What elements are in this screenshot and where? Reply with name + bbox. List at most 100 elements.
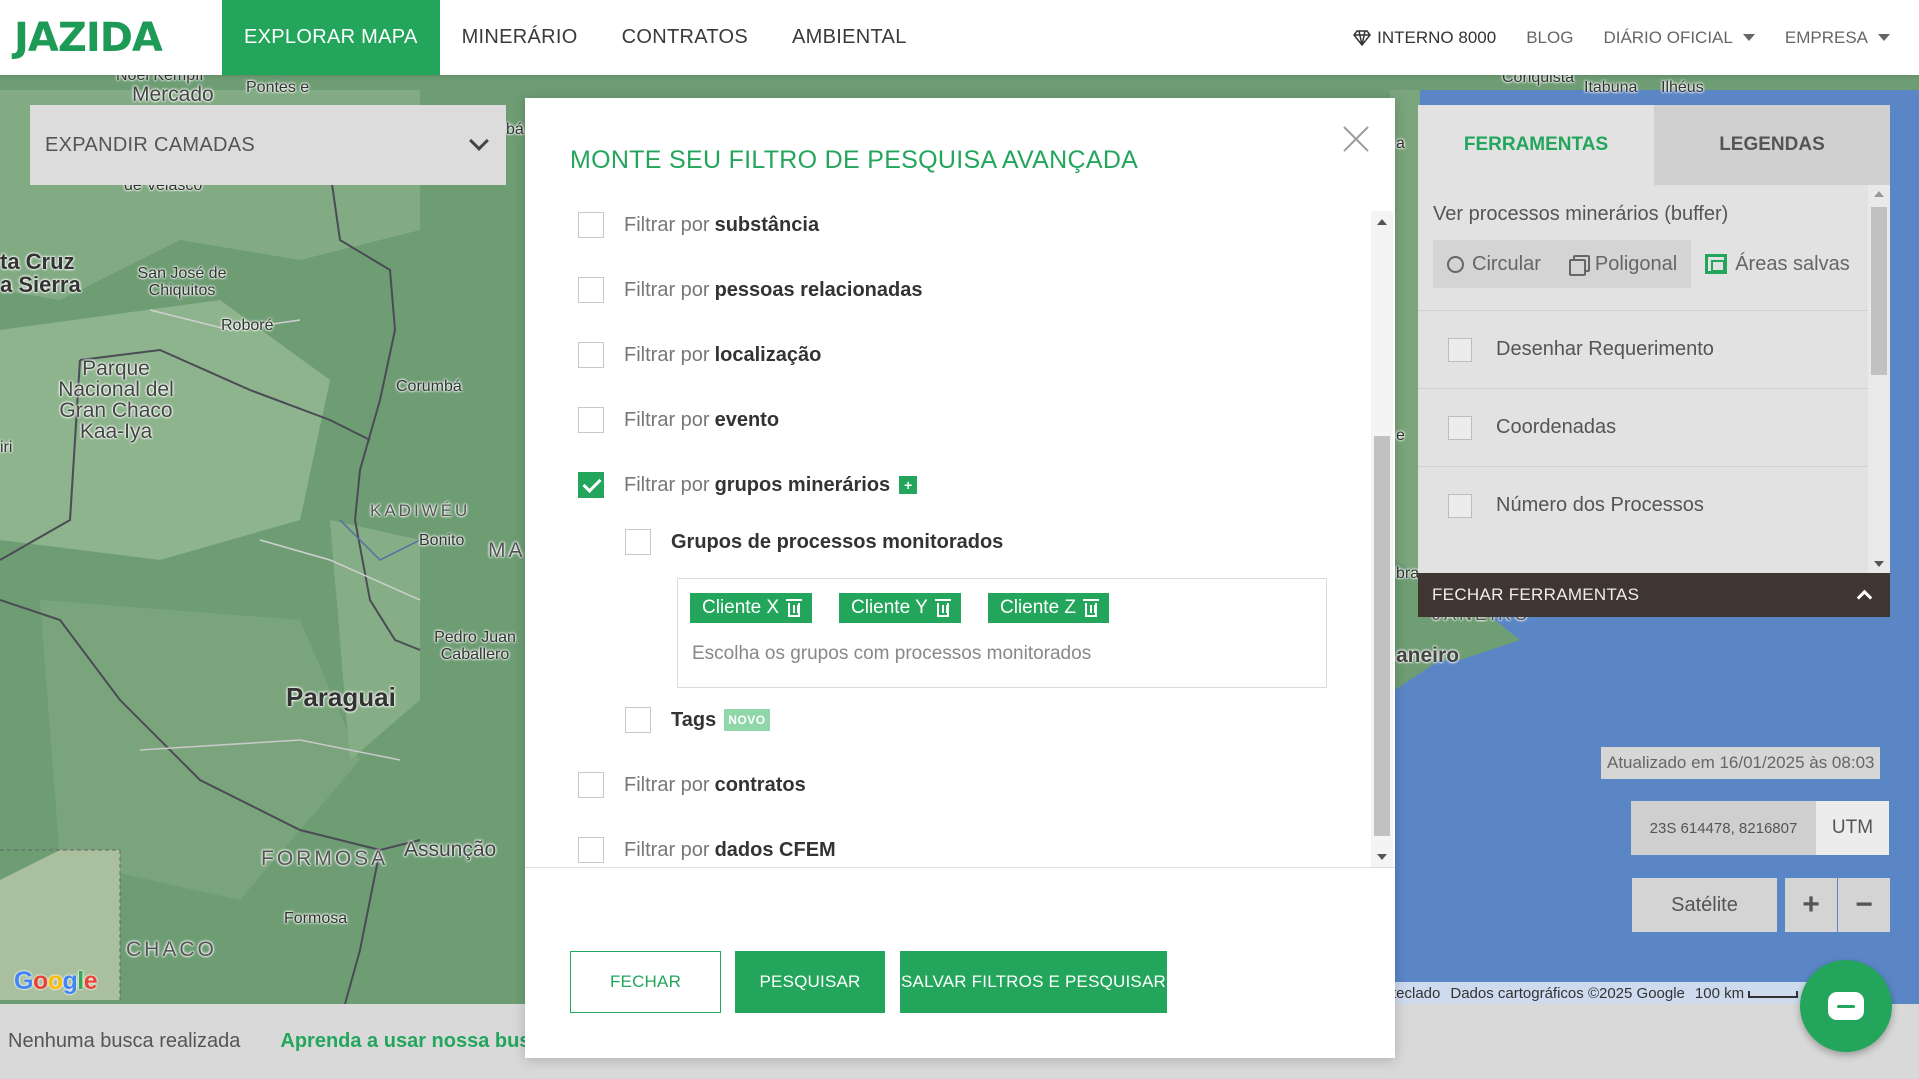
nav-minerario[interactable]: MINERÁRIO (440, 0, 600, 75)
filter-scrollbar[interactable] (1371, 211, 1393, 867)
nav-diario-oficial[interactable]: DIÁRIO OFICIAL (1588, 28, 1769, 48)
map-label-a: a (1396, 135, 1405, 152)
filter-localizacao[interactable]: Filtrar por localização (578, 342, 821, 368)
save-filters-and-search-button[interactable]: SALVAR FILTROS E PESQUISAR (900, 951, 1167, 1013)
scroll-thumb[interactable] (1374, 436, 1390, 836)
filter-prefix: Filtrar por (624, 773, 710, 796)
map-label-iri: iri (0, 439, 13, 456)
nav-blog[interactable]: BLOG (1511, 28, 1588, 48)
filter-pessoas-relacionadas[interactable]: Filtrar por pessoas relacionadas (578, 277, 922, 303)
tag-label: Cliente Z (1000, 597, 1077, 618)
scroll-down-icon[interactable] (1377, 854, 1387, 860)
close-button[interactable]: FECHAR (570, 951, 721, 1013)
checkbox[interactable] (578, 342, 604, 368)
scroll-up-icon[interactable] (1377, 219, 1387, 225)
map-label-ilheus: Ilhéus (1661, 79, 1704, 96)
map-label-assuncao: Assunção (404, 838, 497, 861)
checkbox[interactable] (625, 707, 651, 733)
checkbox[interactable] (1448, 337, 1472, 362)
scroll-up-icon[interactable] (1874, 191, 1884, 197)
map-label-ma: MA (488, 539, 526, 562)
zoom-in-button[interactable]: + (1785, 878, 1837, 932)
close-tools-button[interactable]: FECHAR FERRAMENTAS (1418, 573, 1890, 617)
filter-label: dados CFEM (714, 838, 836, 861)
map-label-aneiro: aneiro (1396, 644, 1460, 667)
map-label-kadiweu: KADIWÉU (370, 501, 471, 520)
advanced-filter-modal: MONTE SEU FILTRO DE PESQUISA AVANÇADA Fi… (525, 98, 1395, 1058)
modal-title: MONTE SEU FILTRO DE PESQUISA AVANÇADA (570, 146, 1139, 174)
close-icon[interactable] (1341, 124, 1371, 154)
tools-scrollbar[interactable] (1868, 185, 1890, 573)
novo-badge: NOVO (724, 709, 770, 731)
map-label-ba: bá (506, 121, 524, 138)
nav-contratos[interactable]: CONTRATOS (600, 0, 770, 75)
attribution-keyboard[interactable]: teclado (1392, 985, 1440, 1002)
search-button[interactable]: PESQUISAR (735, 951, 885, 1013)
tool-coordenadas[interactable]: Coordenadas (1418, 388, 1868, 466)
checkbox[interactable] (1448, 493, 1472, 518)
sub-filter-grupos-monitorados[interactable]: Grupos de processos monitorados (625, 529, 1003, 555)
checkbox-checked[interactable] (578, 472, 604, 498)
nav-ambiental[interactable]: AMBIENTAL (770, 0, 929, 75)
checkbox[interactable] (578, 277, 604, 303)
scale-label: 100 km (1694, 984, 1745, 1002)
buffer-circular-label: Circular (1472, 252, 1541, 275)
scroll-thumb[interactable] (1871, 207, 1887, 375)
checkbox[interactable] (578, 772, 604, 798)
saved-areas-icon (1705, 254, 1728, 274)
tab-ferramentas[interactable]: FERRAMENTAS (1418, 105, 1654, 185)
satellite-toggle-button[interactable]: Satélite (1632, 878, 1777, 932)
trash-icon[interactable] (934, 598, 951, 617)
add-group-icon[interactable]: + (899, 476, 918, 494)
nav-empresa[interactable]: EMPRESA (1770, 28, 1905, 48)
close-tools-label: FECHAR FERRAMENTAS (1432, 585, 1640, 604)
checkbox[interactable] (578, 212, 604, 238)
checkbox[interactable] (578, 837, 604, 863)
nav-explorar-mapa[interactable]: EXPLORAR MAPA (222, 0, 440, 75)
coordinates-value: 23S 614478, 8216807 (1631, 801, 1816, 855)
tool-desenhar-requerimento[interactable]: Desenhar Requerimento (1418, 310, 1868, 388)
jazida-logo[interactable]: JAZIDA (0, 0, 222, 75)
coordinates-unit-button[interactable]: UTM (1816, 801, 1889, 855)
filter-label: substância (714, 213, 820, 236)
chat-button[interactable] (1800, 960, 1892, 1052)
zoom-out-button[interactable]: − (1838, 878, 1890, 932)
buffer-areas-salvas-button[interactable]: Áreas salvas (1691, 240, 1864, 288)
chevron-down-icon (469, 131, 489, 151)
buffer-poligonal-button[interactable]: Poligonal (1554, 240, 1692, 288)
group-tag-cliente-z[interactable]: Cliente Z (988, 593, 1110, 623)
filter-label: contratos (714, 773, 806, 796)
tab-legendas[interactable]: LEGENDAS (1654, 105, 1890, 185)
groups-placeholder[interactable]: Escolha os grupos com processos monitora… (692, 643, 1091, 665)
filter-grupos-minerarios[interactable]: Filtrar por grupos minerários + (578, 472, 918, 498)
nav-diario-label: DIÁRIO OFICIAL (1603, 27, 1733, 47)
filter-prefix: Filtrar por (624, 278, 710, 301)
checkbox[interactable] (1448, 415, 1472, 440)
filter-list: Filtrar por substância Filtrar por pessoas… (525, 211, 1395, 868)
nav-interno[interactable]: INTERNO 8000 (1338, 28, 1511, 48)
map-label-bonito: Bonito (419, 532, 465, 549)
group-tag-cliente-y[interactable]: Cliente Y (839, 593, 961, 623)
filter-contratos[interactable]: Filtrar por contratos (578, 772, 806, 798)
sub-filter-tags[interactable]: Tags NOVO (625, 707, 770, 733)
attribution-scale[interactable]: 100 km (1694, 984, 1799, 1002)
checkbox-checked[interactable] (625, 529, 651, 555)
trash-icon[interactable] (1083, 598, 1100, 617)
checkbox[interactable] (578, 407, 604, 433)
group-tag-cliente-x[interactable]: Cliente X (690, 593, 813, 623)
attribution-data[interactable]: Dados cartográficos ©2025 Google (1450, 985, 1685, 1002)
buffer-circular-button[interactable]: Circular (1433, 240, 1555, 288)
groups-multiselect[interactable]: Cliente X Cliente Y Cliente Z Escolha os… (677, 578, 1327, 688)
map-label-itabuna: Itabuna (1584, 79, 1638, 96)
tool-numero-processos[interactable]: Número dos Processos (1418, 466, 1868, 544)
trash-icon[interactable] (786, 598, 803, 617)
caret-down-icon (1742, 34, 1755, 41)
scroll-down-icon[interactable] (1874, 561, 1884, 567)
caret-down-icon (1878, 34, 1890, 41)
learn-search-link[interactable]: Aprenda a usar nossa busca (280, 1030, 552, 1053)
filter-dados-cfem[interactable]: Filtrar por dados CFEM (578, 837, 836, 863)
filter-evento[interactable]: Filtrar por evento (578, 407, 779, 433)
expand-layers-button[interactable]: EXPANDIR CAMADAS (30, 105, 506, 185)
filter-substancia[interactable]: Filtrar por substância (578, 212, 819, 238)
map-label-san-jose: San José de Chiquitos (137, 265, 227, 299)
